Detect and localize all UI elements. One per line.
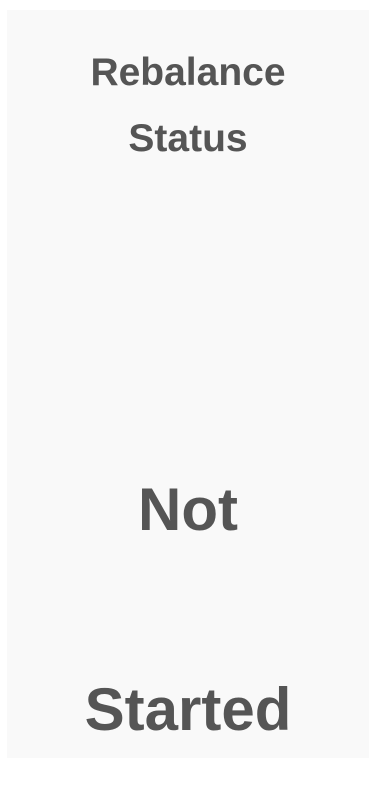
widget-title: Rebalance Status [7,40,369,172]
status-value-line2: Started [84,676,292,743]
status-value: Not Started [7,410,369,810]
status-value-line1: Not [138,476,238,543]
widget-title-line2: Status [128,117,248,160]
widget-title-line1: Rebalance [90,51,286,94]
rebalance-status-panel: Rebalance Status Not Started [7,10,369,758]
